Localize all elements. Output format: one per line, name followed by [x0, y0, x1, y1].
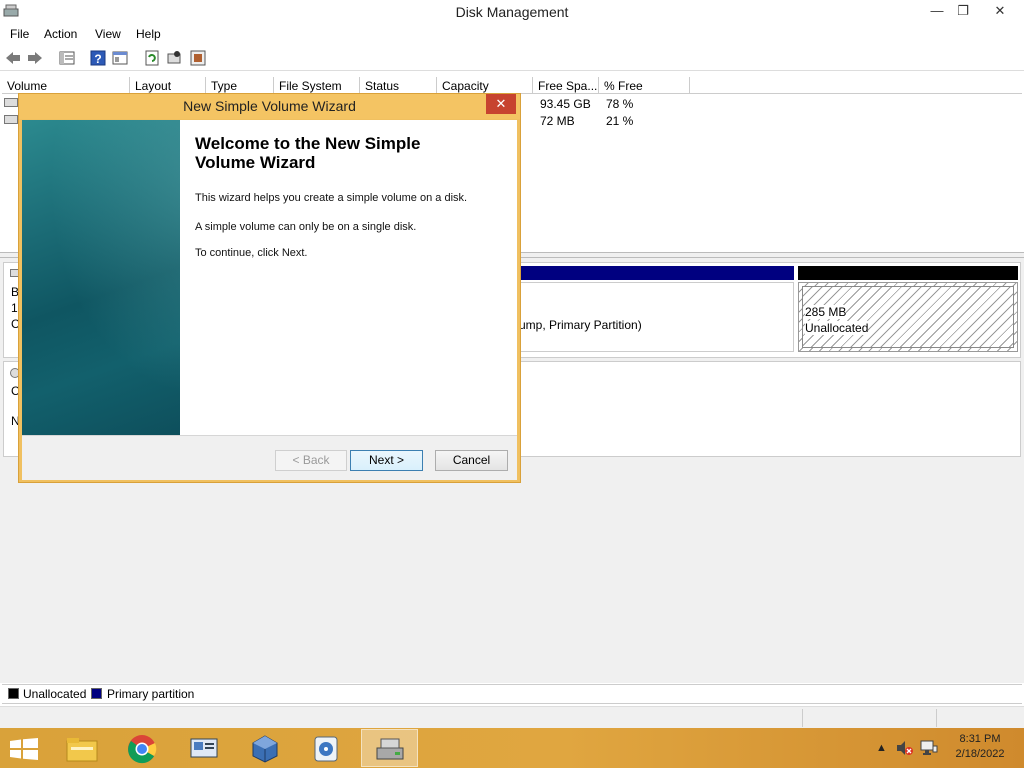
back-button[interactable]: < Back: [275, 450, 347, 471]
forward-icon[interactable]: [26, 49, 44, 67]
menu-bar: File Action View Help: [0, 24, 1024, 44]
volume-muted-icon[interactable]: [896, 740, 914, 756]
wizard-side-banner: [22, 120, 180, 435]
row-percent-free: 21 %: [606, 114, 634, 128]
new-simple-volume-wizard-dialog: New Simple Volume Wizard ✕ Welcome to th…: [18, 93, 521, 483]
menu-help[interactable]: Help: [136, 27, 161, 41]
row-free-space: 72 MB: [540, 114, 575, 128]
unallocated-bar: [798, 266, 1018, 280]
column-volume[interactable]: Volume: [2, 77, 130, 94]
legend: Unallocated Primary partition: [2, 684, 1022, 704]
title-bar: Disk Management — ❐ ✕: [0, 0, 1024, 24]
help-icon[interactable]: ?: [89, 49, 107, 67]
network-icon[interactable]: [920, 740, 938, 756]
taskbar-media[interactable]: [298, 729, 355, 767]
show-hidden-icons-icon[interactable]: ▲: [876, 742, 887, 754]
media-icon: [314, 736, 338, 762]
volume-drive-icon: [4, 98, 18, 107]
column-status[interactable]: Status: [360, 77, 437, 94]
wizard-text-continue: To continue, click Next.: [195, 247, 308, 259]
menu-file[interactable]: File: [10, 27, 29, 41]
legend-unallocated: Unallocated: [23, 687, 87, 701]
settings-icon[interactable]: [189, 49, 207, 67]
status-segment: [802, 709, 936, 727]
unallocated-swatch: [8, 688, 19, 699]
minimize-button[interactable]: —: [925, 0, 949, 22]
next-button[interactable]: Next >: [350, 450, 423, 471]
cancel-button[interactable]: Cancel: [435, 450, 508, 471]
volume-drive-icon: [4, 115, 18, 124]
toolbar: ?: [0, 45, 1024, 71]
row-percent-free: 78 %: [606, 97, 634, 111]
primary-partition-bar: [518, 266, 794, 280]
file-explorer-icon: [66, 738, 98, 762]
taskbar-disk-management[interactable]: [361, 729, 418, 767]
wizard-text-simple-volume: A simple volume can only be on a single …: [195, 221, 417, 233]
close-button[interactable]: ✕: [978, 0, 1022, 22]
wizard-text-intro: This wizard helps you create a simple vo…: [195, 192, 468, 204]
refresh-icon[interactable]: [143, 49, 161, 67]
clock-time: 8:31 PM: [959, 733, 1001, 745]
column-percent-free[interactable]: % Free: [599, 77, 690, 94]
taskbar-computer-management[interactable]: [175, 729, 232, 767]
column-free-space[interactable]: Free Spa...: [533, 77, 599, 94]
taskbar: ▲ 8:31 PM 2/18/2022: [0, 728, 1024, 768]
legend-primary: Primary partition: [107, 687, 195, 701]
primary-swatch: [91, 688, 102, 699]
svg-text:?: ?: [94, 52, 101, 66]
volume-list-header: Volume Layout Type File System Status Ca…: [2, 77, 1022, 94]
chrome-icon: [128, 735, 157, 764]
rescan-icon[interactable]: [165, 49, 183, 67]
wizard-close-button[interactable]: ✕: [486, 94, 516, 114]
unallocated-size: 285 MB: [805, 305, 847, 319]
taskbar-virtualbox[interactable]: [236, 729, 293, 767]
maximize-button[interactable]: ❐: [951, 0, 975, 22]
menu-action[interactable]: Action: [44, 27, 77, 41]
virtualbox-icon: [252, 735, 278, 763]
windows-start-icon[interactable]: [10, 738, 38, 760]
primary-partition[interactable]: ump, Primary Partition): [518, 282, 794, 352]
wizard-title-bar[interactable]: New Simple Volume Wizard ✕: [19, 94, 520, 119]
row-free-space: 93.45 GB: [540, 97, 591, 111]
disk-management-icon: [376, 738, 404, 760]
list-view-icon[interactable]: [58, 49, 76, 67]
clock-date: 2/18/2022: [955, 748, 1005, 760]
taskbar-file-explorer[interactable]: [54, 729, 111, 767]
window-title: Disk Management: [455, 4, 569, 20]
wizard-content: Welcome to the New Simple Volume Wizard …: [22, 120, 517, 435]
disk-0-size: 1: [11, 301, 18, 315]
wizard-title: New Simple Volume Wizard: [183, 98, 356, 114]
properties-icon[interactable]: [111, 49, 129, 67]
back-icon[interactable]: [4, 49, 22, 67]
taskbar-clock[interactable]: 8:31 PM 2/18/2022: [945, 732, 1015, 762]
taskbar-chrome[interactable]: [114, 729, 171, 767]
column-layout[interactable]: Layout: [130, 77, 206, 94]
wizard-heading: Welcome to the New Simple Volume Wizard: [195, 134, 421, 172]
column-file-system[interactable]: File System: [274, 77, 360, 94]
column-capacity[interactable]: Capacity: [437, 77, 533, 94]
unallocated-label: Unallocated: [805, 321, 869, 335]
status-segment: [936, 709, 1024, 727]
computer-management-icon: [190, 738, 218, 758]
status-bar: [0, 706, 1024, 728]
partition-description: ump, Primary Partition): [519, 318, 642, 332]
wizard-footer: < Back Next > Cancel: [22, 435, 517, 480]
unallocated-space[interactable]: 285 MB Unallocated: [798, 282, 1018, 352]
menu-view[interactable]: View: [95, 27, 121, 41]
column-type[interactable]: Type: [206, 77, 274, 94]
